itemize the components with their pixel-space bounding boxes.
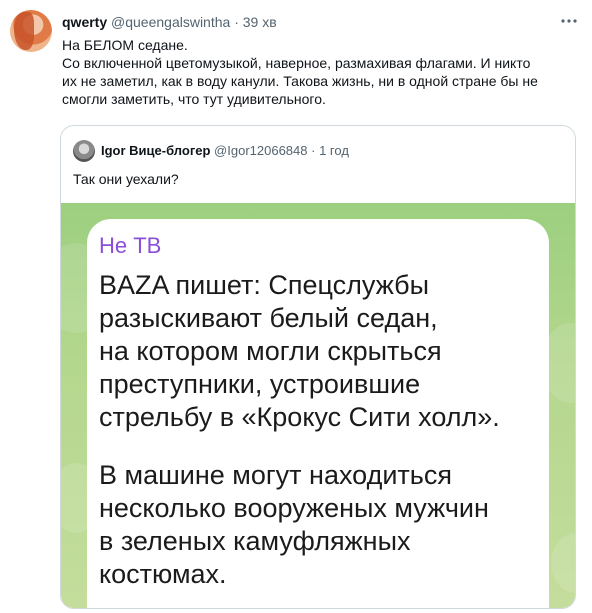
news-line: костюмах. bbox=[99, 559, 227, 589]
separator-dot: · bbox=[234, 14, 239, 30]
news-card: Не ТВ BAZA пишет: Спецслужбы разыскивают… bbox=[87, 219, 549, 608]
news-line: BAZA пишет: Спецслужбы bbox=[99, 270, 429, 300]
more-options-icon[interactable] bbox=[560, 12, 578, 30]
quoted-tweet-text: Так они уехали? bbox=[73, 171, 179, 187]
news-line: преступники, устроившие bbox=[99, 369, 421, 399]
tweet-text: На БЕЛОМ седане. Со включенной цветомузы… bbox=[62, 36, 577, 108]
quoted-tweet[interactable]: Igor Вице-блогер @Igor12066848 · 1 год Т… bbox=[60, 125, 576, 609]
news-line: стрельбу в «Крокус Сити холл». bbox=[99, 402, 500, 432]
tweet-line: смогли заметить, что тут удивительного. bbox=[62, 91, 326, 107]
tweet-header: qwerty @queengalswintha · 39 хв bbox=[62, 12, 578, 32]
tweet-line: На БЕЛОМ седане. bbox=[62, 37, 188, 53]
author-name[interactable]: qwerty bbox=[62, 14, 107, 30]
user-avatar[interactable] bbox=[10, 10, 52, 52]
tweet[interactable]: qwerty @queengalswintha · 39 хв На БЕЛОМ… bbox=[0, 0, 592, 613]
news-source-label: Не ТВ bbox=[99, 233, 162, 258]
quoted-user-avatar[interactable] bbox=[73, 140, 95, 162]
news-line: В машине могут находиться bbox=[99, 460, 452, 490]
quoted-tweet-header: Igor Вице-блогер @Igor12066848 · 1 год bbox=[101, 142, 349, 160]
tweet-line: Со включенной цветомузыкой, наверное, ра… bbox=[62, 55, 531, 71]
separator-dot: · bbox=[311, 143, 316, 158]
news-line: разыскивают белый седан, bbox=[99, 303, 438, 333]
author-handle[interactable]: @queengalswintha bbox=[111, 14, 230, 30]
news-card-text: BAZA пишет: Спецслужбы разыскивают белый… bbox=[99, 269, 544, 591]
quoted-tweet-time: 1 год bbox=[319, 143, 349, 158]
news-line: несколько вооруженых мужчин bbox=[99, 493, 489, 523]
quoted-tweet-image[interactable]: Не ТВ BAZA пишет: Спецслужбы разыскивают… bbox=[61, 203, 575, 608]
quoted-author-handle: @Igor12066848 bbox=[214, 143, 308, 158]
news-line: на котором могли скрыться bbox=[99, 336, 442, 366]
tweet-line: их не заметил, как в воду канули. Такова… bbox=[62, 73, 538, 89]
tweet-time[interactable]: 39 хв bbox=[243, 14, 277, 30]
quoted-author-name: Igor Вице-блогер bbox=[101, 143, 211, 158]
news-line: в зеленых камуфляжных bbox=[99, 526, 411, 556]
